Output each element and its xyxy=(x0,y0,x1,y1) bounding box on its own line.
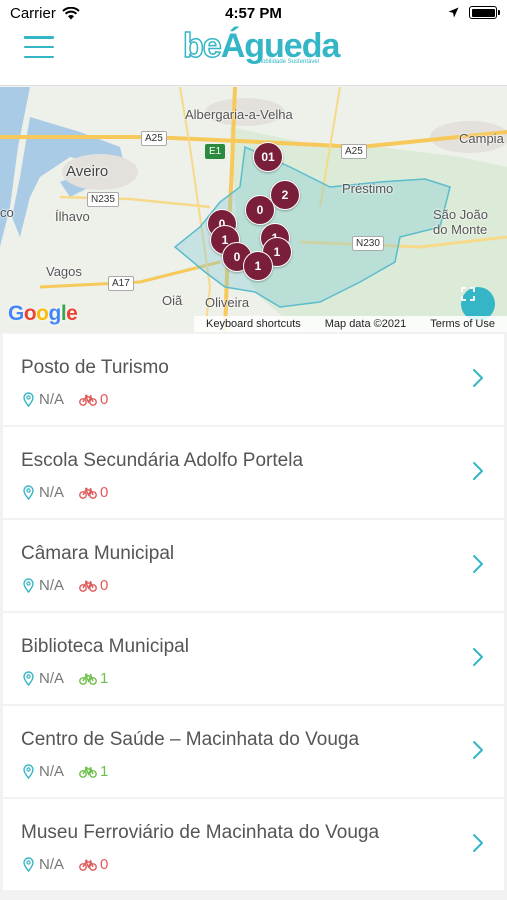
station-list: Posto de Turismo N/A 0 Escola Secundária… xyxy=(3,334,504,892)
fullscreen-icon xyxy=(461,287,475,301)
map-label-sao-joao: São João xyxy=(433,207,488,222)
bike-count: 1 xyxy=(100,670,109,687)
bicycle-icon xyxy=(79,580,97,592)
station-meta: N/A 0 xyxy=(23,484,108,501)
station-list-item[interactable]: Centro de Saúde – Macinhata do Vouga N/A… xyxy=(3,706,504,797)
road-n230: N230 xyxy=(352,236,384,251)
location-pin-icon xyxy=(23,764,34,779)
bicycle-icon xyxy=(79,859,97,871)
station-distance: N/A xyxy=(39,391,65,408)
bike-count: 1 xyxy=(100,763,109,780)
map-label-co: co xyxy=(0,205,14,220)
map-label-ilhavo: Ílhavo xyxy=(55,209,90,224)
chevron-right-icon xyxy=(473,462,483,480)
road-a25-right: A25 xyxy=(341,144,367,159)
bike-count: 0 xyxy=(100,577,109,594)
map-label-campia: Campia xyxy=(459,131,504,146)
road-a25-left: A25 xyxy=(141,131,167,146)
location-pin-icon xyxy=(23,578,34,593)
location-pin-icon xyxy=(23,485,34,500)
station-distance: N/A xyxy=(39,484,65,501)
bike-count: 0 xyxy=(100,856,109,873)
map-label-albergaria: Albergaria-a-Velha xyxy=(185,107,293,122)
google-logo: Google xyxy=(8,302,78,325)
status-right xyxy=(448,6,500,19)
map-label-vagos: Vagos xyxy=(46,264,82,279)
bike-availability: 1 xyxy=(79,670,108,687)
road-a17: A17 xyxy=(108,276,134,291)
chevron-right-icon xyxy=(473,555,483,573)
station-distance: N/A xyxy=(39,763,65,780)
station-distance: N/A xyxy=(39,856,65,873)
road-e1: E1 xyxy=(205,144,226,159)
station-meta: N/A 0 xyxy=(23,856,108,873)
bike-availability: 1 xyxy=(79,763,108,780)
logo-tagline: Mobilidade Sustentável xyxy=(257,59,320,65)
map-cluster-marker[interactable]: 0 xyxy=(245,195,275,225)
map-label-do-monte: do Monte xyxy=(433,222,488,237)
chevron-right-icon xyxy=(473,648,483,666)
bicycle-icon xyxy=(79,766,97,778)
map-label-oliveira: Oliveira xyxy=(205,295,250,310)
battery-icon xyxy=(469,6,500,19)
location-pin-icon xyxy=(23,857,34,872)
status-time: 4:57 PM xyxy=(225,5,282,22)
map-data-label: Map data ©2021 xyxy=(324,318,407,330)
station-meta: N/A 1 xyxy=(23,670,108,687)
bike-availability: 0 xyxy=(79,484,108,501)
chevron-right-icon xyxy=(473,834,483,852)
chevron-right-icon xyxy=(473,369,483,387)
location-pin-icon xyxy=(23,671,34,686)
bike-count: 0 xyxy=(100,391,109,408)
station-list-item[interactable]: Posto de Turismo N/A 0 xyxy=(3,334,504,425)
station-name: Posto de Turismo xyxy=(21,357,169,378)
map-label-aveiro: Aveiro xyxy=(66,163,109,180)
status-bar: Carrier 4:57 PM xyxy=(0,0,507,28)
station-list-item[interactable]: Museu Ferroviário de Macinhata do Vouga … xyxy=(3,799,504,890)
map-cluster-marker[interactable]: 1 xyxy=(243,251,273,281)
keyboard-shortcuts-link[interactable]: Keyboard shortcuts xyxy=(206,318,301,330)
bike-availability: 0 xyxy=(79,391,108,408)
station-distance: N/A xyxy=(39,670,65,687)
bike-count: 0 xyxy=(100,484,109,501)
app-header: beÁgueda Mobilidade Sustentável xyxy=(0,27,507,86)
road-n235: N235 xyxy=(87,192,119,207)
map-cluster-marker[interactable]: 01 xyxy=(253,142,283,172)
bike-availability: 0 xyxy=(79,577,108,594)
station-name: Câmara Municipal xyxy=(21,543,175,564)
map-label-prestimo: Préstimo xyxy=(342,181,394,196)
chevron-right-icon xyxy=(473,741,483,759)
map-label-oia: Oiã xyxy=(162,293,183,308)
logo-be: be xyxy=(182,27,222,65)
station-list-item[interactable]: Biblioteca Municipal N/A 1 xyxy=(3,613,504,704)
station-name: Escola Secundária Adolfo Portela xyxy=(21,450,304,471)
be-agueda-logo: beÁgueda Mobilidade Sustentável xyxy=(182,27,340,74)
station-name: Biblioteca Municipal xyxy=(21,636,189,657)
station-meta: N/A 1 xyxy=(23,763,108,780)
bike-availability: 0 xyxy=(79,856,108,873)
station-name: Centro de Saúde – Macinhata do Vouga xyxy=(21,729,360,750)
station-list-item[interactable]: Escola Secundária Adolfo Portela N/A 0 xyxy=(3,427,504,518)
bicycle-icon xyxy=(79,673,97,685)
map-footer: Keyboard shortcuts Map data ©2021 Terms … xyxy=(194,316,507,332)
station-list-item[interactable]: Câmara Municipal N/A 0 xyxy=(3,520,504,611)
location-pin-icon xyxy=(23,392,34,407)
station-meta: N/A 0 xyxy=(23,577,108,594)
station-meta: N/A 0 xyxy=(23,391,108,408)
hamburger-menu-button[interactable] xyxy=(24,36,54,58)
terms-of-use-link[interactable]: Terms of Use xyxy=(430,318,495,330)
station-distance: N/A xyxy=(39,577,65,594)
station-name: Museu Ferroviário de Macinhata do Vouga xyxy=(21,822,380,843)
location-arrow-icon xyxy=(448,7,459,18)
stations-map[interactable]: Albergaria-a-Velha Aveiro Ílhavo Vagos O… xyxy=(0,87,507,332)
bicycle-icon xyxy=(79,394,97,406)
bicycle-icon xyxy=(79,487,97,499)
